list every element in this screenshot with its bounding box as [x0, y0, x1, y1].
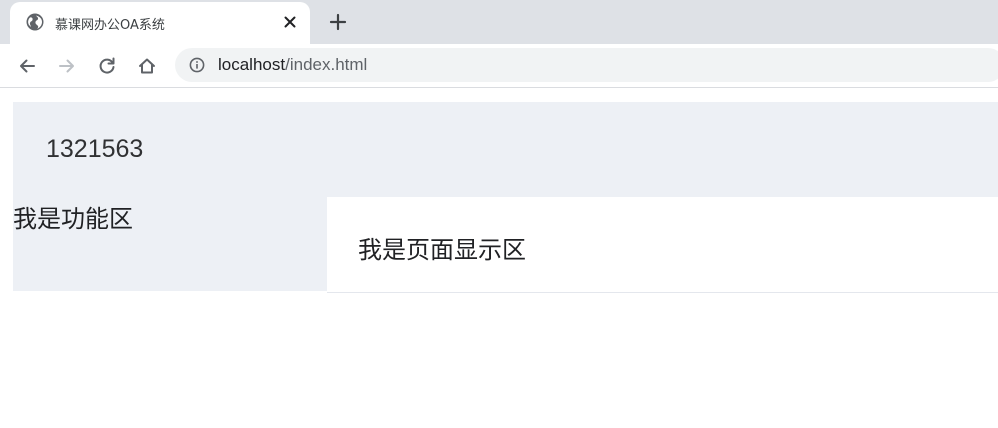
browser-tab[interactable]: 慕课网办公OA系统 — [10, 2, 310, 44]
url-host: localhost — [218, 55, 286, 74]
home-icon[interactable] — [134, 53, 160, 79]
plus-icon[interactable] — [326, 10, 350, 34]
function-area-text: 我是功能区 — [13, 206, 133, 233]
browser-toolbar: localhost/index.html — [0, 44, 998, 88]
forward-arrow-icon[interactable] — [54, 53, 80, 79]
globe-icon — [26, 13, 44, 31]
info-icon[interactable] — [189, 57, 205, 73]
tab-strip: 慕课网办公OA系统 — [0, 0, 998, 44]
function-area: 我是功能区 — [13, 197, 327, 291]
back-arrow-icon[interactable] — [14, 53, 40, 79]
header-text: 1321563 — [46, 135, 144, 163]
url-text[interactable]: localhost/index.html — [218, 55, 367, 75]
address-bar[interactable]: localhost/index.html — [175, 48, 998, 82]
close-icon[interactable] — [280, 12, 300, 32]
tab-title: 慕课网办公OA系统 — [55, 18, 165, 33]
reload-icon[interactable] — [94, 53, 120, 79]
page-viewport: 1321563 我是功能区 我是页面显示区 — [0, 89, 998, 428]
page-header: 1321563 — [13, 102, 998, 197]
page-display-area: 我是页面显示区 — [327, 197, 998, 293]
url-path: /index.html — [285, 55, 368, 74]
page-display-text: 我是页面显示区 — [358, 237, 526, 264]
